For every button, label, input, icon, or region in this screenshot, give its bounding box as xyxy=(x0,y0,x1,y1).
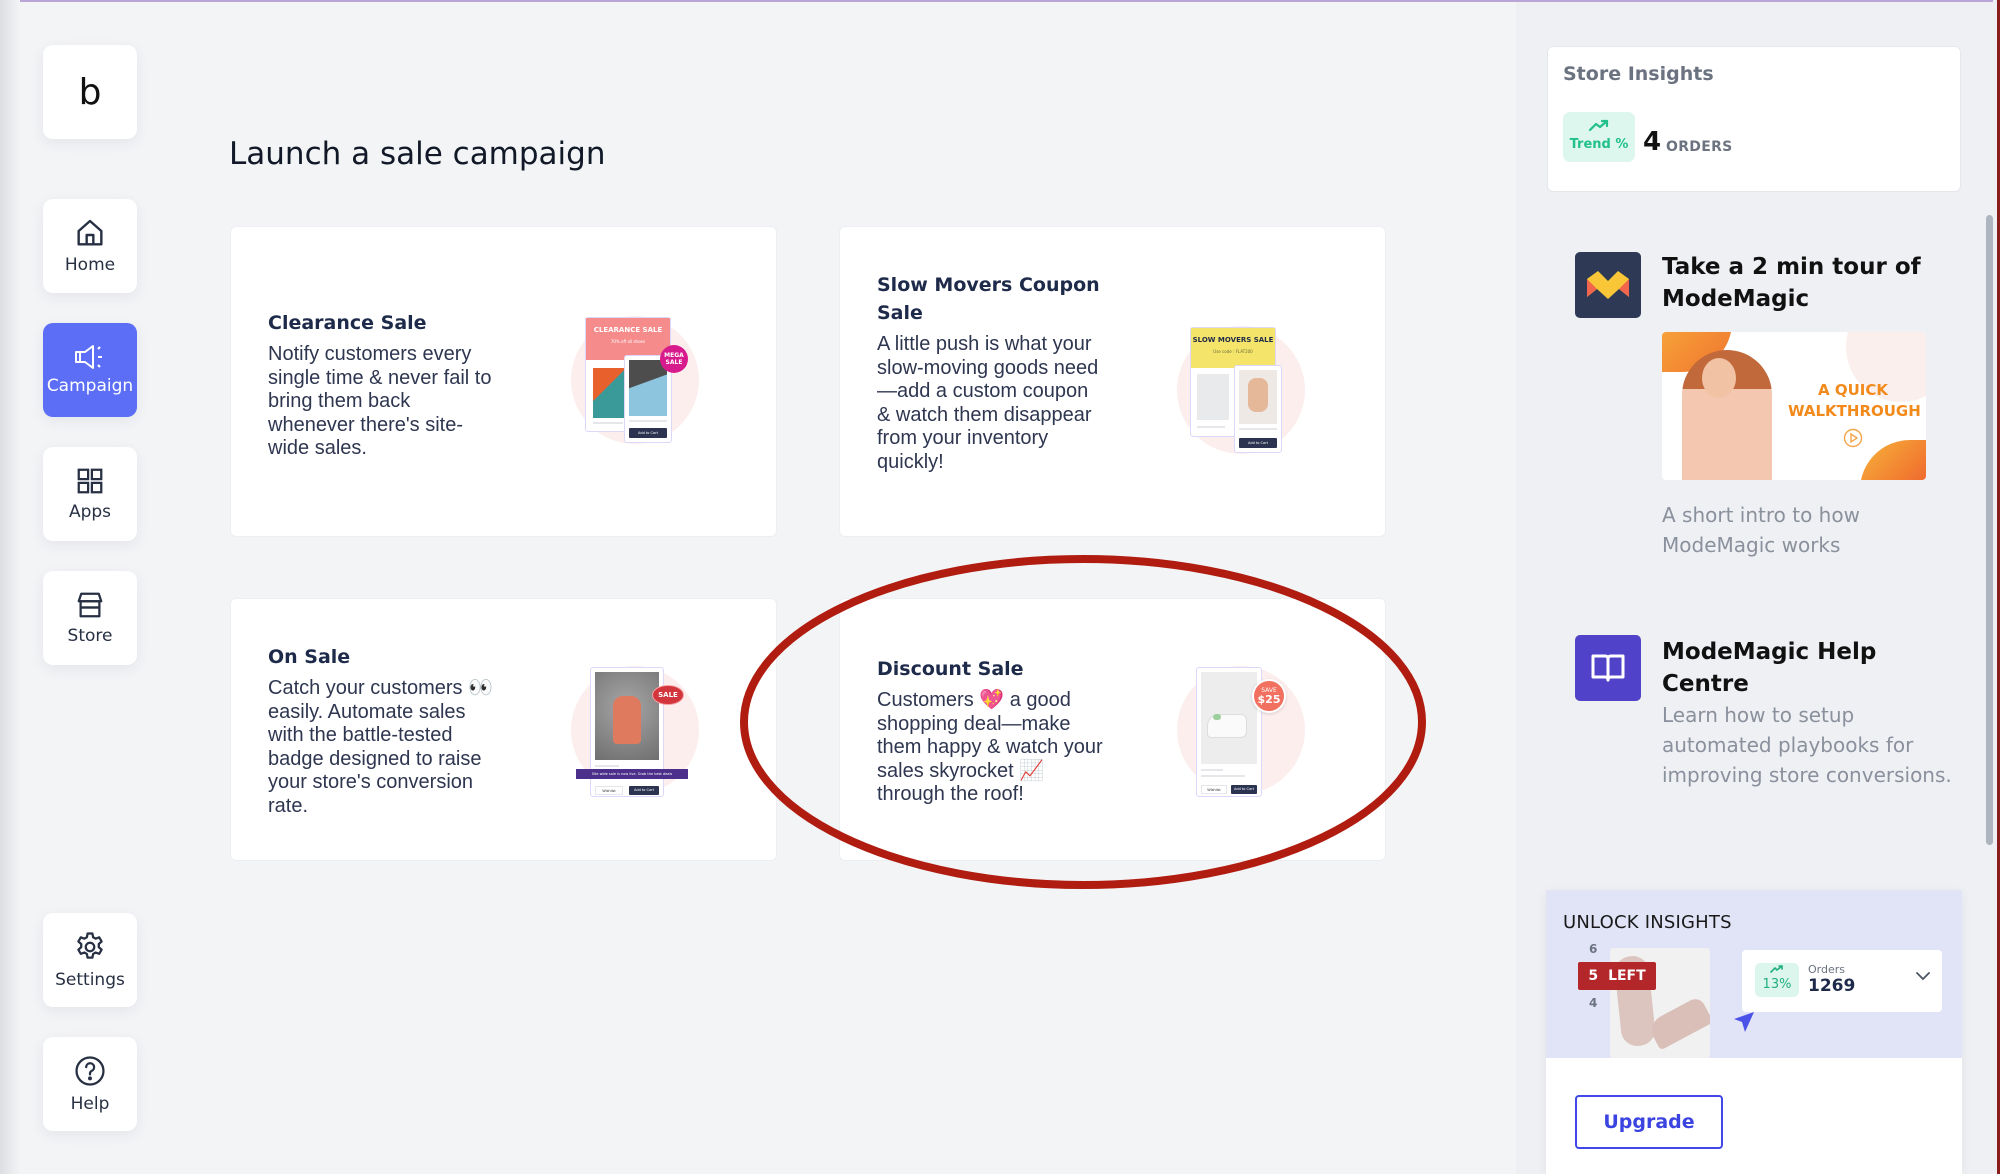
campaign-card-clearance-sale[interactable]: Clearance Sale Notify customers every si… xyxy=(230,226,777,537)
stock-left-label: LEFT xyxy=(1608,968,1646,984)
card-description: Catch your customers 👀 easily. Automate … xyxy=(268,677,493,817)
card-title: Clearance Sale xyxy=(268,312,427,334)
sidebar-item-store[interactable]: Store xyxy=(43,571,137,665)
add-to-cart-mock: Add to Cart xyxy=(1239,438,1277,448)
clearance-subheader: 70% off all shoes xyxy=(610,339,646,344)
sale-badge: SALE xyxy=(652,685,684,705)
wishlist-mock: Wishlist xyxy=(1201,785,1227,794)
orders-label: Orders xyxy=(1808,963,1845,976)
app-logo[interactable]: b xyxy=(43,45,137,139)
sidebar-item-campaign[interactable]: Campaign xyxy=(43,323,137,417)
gear-icon xyxy=(73,930,107,964)
store-insights-card: Store Insights Trend % 4 ORDERS xyxy=(1547,46,1961,192)
sidebar-item-label: Settings xyxy=(55,970,125,990)
tour-description: A short intro to how ModeMagic works xyxy=(1662,503,1860,557)
walkthrough-video-banner[interactable]: A QUICK WALKTHROUGH xyxy=(1662,332,1926,480)
play-icon[interactable] xyxy=(1843,428,1863,452)
trend-up-icon xyxy=(1770,963,1784,978)
help-centre-title[interactable]: ModeMagic Help Centre xyxy=(1662,636,1952,700)
book-icon[interactable] xyxy=(1575,635,1641,701)
card-title: On Sale xyxy=(268,646,351,668)
help-circle-icon xyxy=(73,1054,107,1088)
card-title: Slow Movers Coupon Sale xyxy=(877,274,1100,324)
card-description: Customers 💖 a good shopping deal—make th… xyxy=(877,689,1103,805)
upgrade-button[interactable]: Upgrade xyxy=(1575,1095,1723,1149)
megaphone-icon xyxy=(73,344,107,370)
slow-movers-subheader: Use code : FLAT200 xyxy=(1213,349,1253,354)
orders-value: 1269 xyxy=(1808,976,1856,996)
sidebar-item-label: Apps xyxy=(68,502,112,522)
stock-left-number: 5 xyxy=(1588,968,1599,984)
cursor-pointer-icon xyxy=(1732,1010,1756,1038)
add-to-cart-mock: Add to Cart xyxy=(1231,785,1257,794)
orders-count: 4 xyxy=(1643,127,1662,157)
save-badge: SAVE $25 xyxy=(1252,679,1286,713)
store-insights-title: Store Insights xyxy=(1563,63,1714,85)
trend-up-icon xyxy=(1588,117,1610,136)
banner-text-line1: A QUICK xyxy=(1818,381,1888,399)
unlock-insights-title: UNLOCK INSIGHTS xyxy=(1563,912,1732,933)
campaign-card-slow-movers[interactable]: Slow Movers Coupon Sale A little push is… xyxy=(839,226,1386,537)
orders-unit: ORDERS xyxy=(1666,139,1733,155)
tour-title[interactable]: Take a 2 min tour of ModeMagic xyxy=(1662,251,1952,315)
home-icon xyxy=(74,217,106,249)
save-badge-value: $25 xyxy=(1257,693,1281,706)
logo-letter: b xyxy=(78,71,102,113)
card-illustration: CLEARANCE SALE 70% off all shoes Add to … xyxy=(566,311,706,451)
add-to-cart-mock: Add to Cart xyxy=(629,786,659,795)
stock-left-badge: 5 LEFT xyxy=(1578,962,1656,990)
sidebar-item-label: Store xyxy=(67,626,113,646)
sidebar-item-help[interactable]: Help xyxy=(43,1037,137,1131)
sidebar-item-label: Campaign xyxy=(46,376,134,396)
sidebar-item-label: Help xyxy=(70,1094,110,1114)
site-wide-sale-banner: Site wide sale is now live. Grab the bes… xyxy=(576,769,688,779)
window-left-shade xyxy=(0,0,20,1174)
modemagic-logo-icon[interactable] xyxy=(1575,252,1641,318)
stock-count-below: 4 xyxy=(1589,996,1598,1010)
discount-mock: Wishlist Add to Cart xyxy=(1196,667,1262,797)
chevron-down-icon[interactable] xyxy=(1916,966,1930,985)
card-illustration: Wishlist Add to Cart Site wide sale is n… xyxy=(566,661,706,801)
clearance-header: CLEARANCE SALE xyxy=(593,326,663,334)
help-centre-description: Learn how to setup automated playbooks f… xyxy=(1662,703,1952,787)
sidebar-item-label: Home xyxy=(64,255,116,275)
card-description: A little push is what your slow-moving g… xyxy=(877,333,1099,473)
orders-trend-chip: 13% xyxy=(1755,963,1799,997)
orders-trend-pct: 13% xyxy=(1762,977,1792,992)
slow-movers-header: SLOW MOVERS SALE xyxy=(1192,336,1274,344)
campaign-card-discount-sale[interactable]: Discount Sale Customers 💖 a good shoppin… xyxy=(839,598,1386,861)
card-illustration: Wishlist Add to Cart SAVE $25 xyxy=(1172,661,1312,801)
mega-sale-badge: MEGA SALE xyxy=(660,345,688,373)
page-title: Launch a sale campaign xyxy=(229,136,606,172)
sidebar-item-home[interactable]: Home xyxy=(43,199,137,293)
card-illustration: SLOW MOVERS SALE Use code : FLAT200 Add … xyxy=(1172,321,1312,461)
add-to-cart-mock: Add to Cart xyxy=(629,428,667,438)
sidebar-item-settings[interactable]: Settings xyxy=(43,913,137,1007)
campaign-card-on-sale[interactable]: On Sale Catch your customers 👀 easily. A… xyxy=(230,598,777,861)
unlock-insights-preview: UNLOCK INSIGHTS 6 5 LEFT 4 13% Orders 12… xyxy=(1546,890,1962,1058)
scrollbar-thumb[interactable] xyxy=(1986,215,1993,845)
wishlist-mock: Wishlist xyxy=(595,786,623,795)
stock-count-above: 6 xyxy=(1589,942,1598,956)
banner-text-line2: WALKTHROUGH xyxy=(1788,402,1921,420)
trend-label: Trend % xyxy=(1569,137,1629,152)
trend-chip[interactable]: Trend % xyxy=(1563,112,1635,162)
card-description: Notify customers every single time & nev… xyxy=(268,343,492,459)
slow-movers-mock-right: Add to Cart xyxy=(1234,365,1282,453)
store-icon xyxy=(75,590,105,620)
unlock-insights-card: UNLOCK INSIGHTS 6 5 LEFT 4 13% Orders 12… xyxy=(1546,890,1962,1174)
orders-summary-dropdown[interactable]: 13% Orders 1269 xyxy=(1742,950,1942,1012)
card-title: Discount Sale xyxy=(877,658,1024,680)
sidebar-item-apps[interactable]: Apps xyxy=(43,447,137,541)
grid-icon xyxy=(75,466,105,496)
